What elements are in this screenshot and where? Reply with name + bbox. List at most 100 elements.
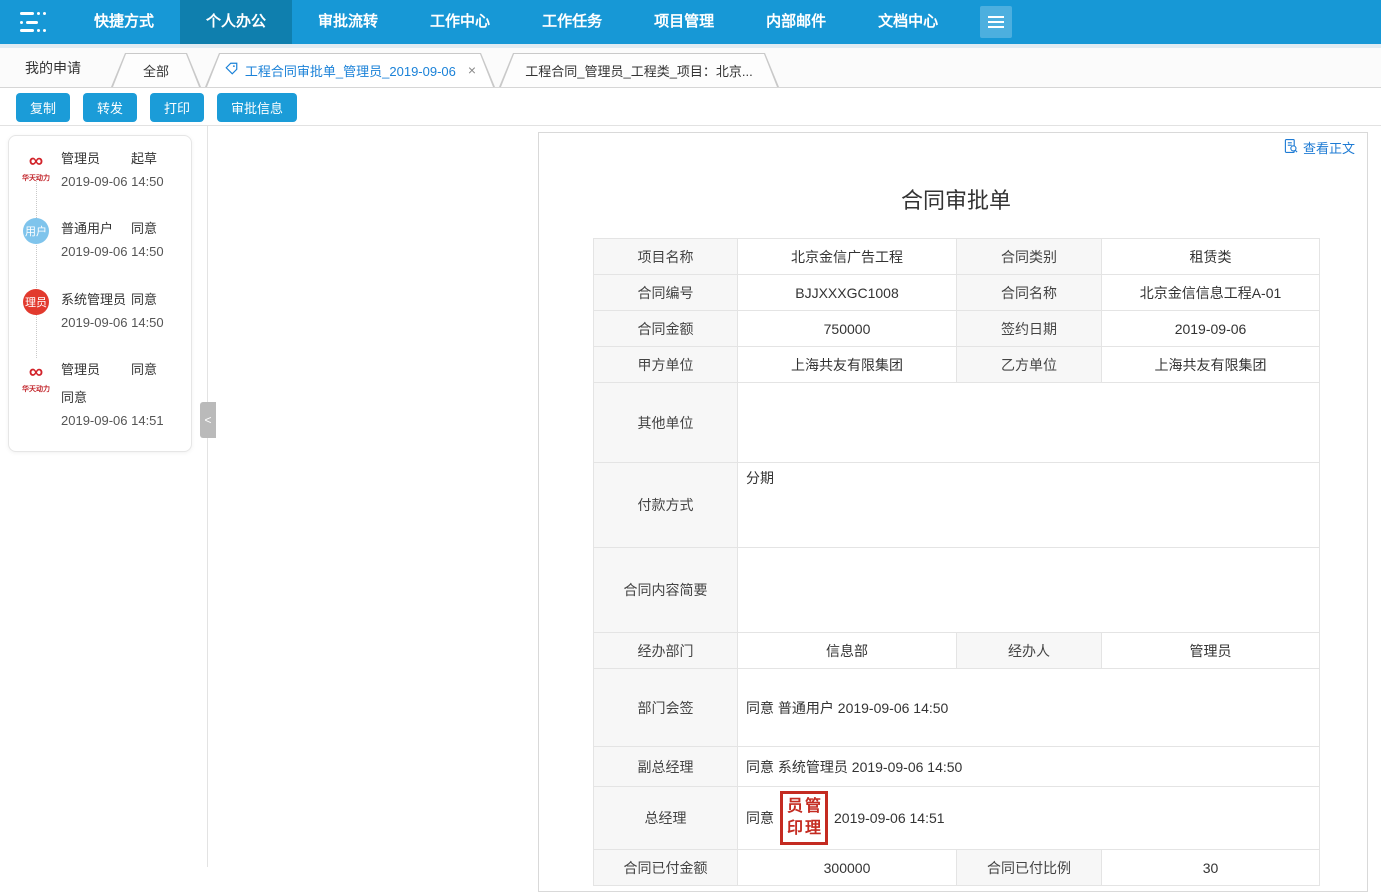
user-avatar: 用户	[23, 218, 49, 244]
approval-time: 2019-09-06 14:51	[61, 413, 183, 428]
forward-button[interactable]: 转发	[83, 93, 137, 122]
nav-item-work-tasks[interactable]: 工作任务	[516, 0, 628, 44]
history-item-admin-agree[interactable]: ∞ 华天动力 管理员 同意 同意 2019-09-06 14:51	[23, 359, 183, 428]
table-row: 合同内容简要	[594, 548, 1320, 633]
history-item-draft[interactable]: ∞ 华天动力 管理员 起草 2019-09-06 14:50	[23, 148, 183, 189]
tab-bar: 我的申请 全部 工程合同审批单_管理员_2019-09-06 × 工程合同_管理…	[0, 48, 1381, 88]
brand-name: 华天动力	[15, 173, 57, 183]
field-value: 信息部	[738, 633, 957, 669]
tag-icon	[224, 61, 239, 79]
seal-char: 管	[804, 796, 822, 818]
history-item-user-agree[interactable]: 用户 普通用户 同意 2019-09-06 14:50	[23, 218, 183, 259]
field-value: 分期	[738, 463, 1320, 548]
table-row: 合同金额 750000 签约日期 2019-09-06	[594, 311, 1320, 347]
brand-name: 华天动力	[15, 384, 57, 394]
nav-item-document-center[interactable]: 文档中心	[852, 0, 964, 44]
approver-name: 管理员	[61, 148, 100, 167]
contract-table: 项目名称 北京金信广告工程 合同类别 租赁类 合同编号 BJJXXXGC1008…	[593, 238, 1320, 886]
approval-action: 同意	[131, 359, 157, 378]
more-menu-icon[interactable]	[980, 6, 1012, 38]
approval-time: 2019-09-06 14:50	[61, 174, 183, 189]
print-button[interactable]: 打印	[150, 93, 204, 122]
admin-seal-stamp: 员 管 印 理	[780, 791, 828, 845]
approval-note: 同意	[61, 387, 183, 406]
field-label: 合同已付金额	[594, 850, 738, 886]
copy-button[interactable]: 复制	[16, 93, 70, 122]
table-row: 项目名称 北京金信广告工程 合同类别 租赁类	[594, 239, 1320, 275]
field-value: 300000	[738, 850, 957, 886]
approval-time: 2019-09-06 14:50	[61, 315, 183, 330]
nav-item-approval-flow[interactable]: 审批流转	[292, 0, 404, 44]
field-label: 副总经理	[594, 747, 738, 787]
field-value: 管理员	[1102, 633, 1320, 669]
nav-item-shortcuts[interactable]: 快捷方式	[68, 0, 180, 44]
field-label: 乙方单位	[957, 347, 1102, 383]
table-row: 合同已付金额 300000 合同已付比例 30	[594, 850, 1320, 886]
avatar-text: 理员	[25, 294, 47, 310]
approver-name: 普通用户	[61, 218, 113, 237]
view-body-label: 查看正文	[1303, 138, 1355, 157]
brand-symbol: ∞	[29, 361, 43, 384]
table-row: 合同编号 BJJXXXGC1008 合同名称 北京金信信息工程A-01	[594, 275, 1320, 311]
field-value: 北京金信信息工程A-01	[1102, 275, 1320, 311]
field-label: 合同编号	[594, 275, 738, 311]
seal-char: 理	[804, 818, 822, 840]
field-value: 上海共友有限集团	[1102, 347, 1320, 383]
field-label: 合同类别	[957, 239, 1102, 275]
tab-all[interactable]: 全部	[111, 53, 201, 87]
table-row: 副总经理 同意 系统管理员 2019-09-06 14:50	[594, 747, 1320, 787]
tab-label: 全部	[143, 61, 169, 80]
field-value: 30	[1102, 850, 1320, 886]
field-value	[738, 383, 1320, 463]
nav-item-project-management[interactable]: 项目管理	[628, 0, 740, 44]
nav-item-internal-mail[interactable]: 内部邮件	[740, 0, 852, 44]
field-value	[738, 548, 1320, 633]
field-label: 项目名称	[594, 239, 738, 275]
approval-action: 同意	[131, 218, 157, 237]
approval-timestamp: 2019-09-06 14:51	[834, 810, 945, 826]
brand-symbol: ∞	[29, 150, 43, 173]
tab-label: 工程合同审批单_管理员_2019-09-06	[245, 61, 456, 80]
field-label: 合同金额	[594, 311, 738, 347]
avatar-text: 用户	[25, 223, 47, 239]
table-row: 其他单位	[594, 383, 1320, 463]
field-label: 付款方式	[594, 463, 738, 548]
approver-name: 系统管理员	[61, 289, 126, 308]
approval-prefix: 同意	[746, 808, 774, 828]
field-value: BJJXXXGC1008	[738, 275, 957, 311]
sidebar-collapse-handle[interactable]: <	[200, 402, 216, 438]
timeline-connector	[36, 176, 37, 366]
user-avatar: 理员	[23, 289, 49, 315]
field-value: 租赁类	[1102, 239, 1320, 275]
history-item-sysadmin-agree[interactable]: 理员 系统管理员 同意 2019-09-06 14:50	[23, 289, 183, 330]
seal-char: 印	[786, 818, 804, 840]
field-value: 北京金信广告工程	[738, 239, 957, 275]
tab-label: 工程合同_管理员_工程类_项目：北京...	[525, 61, 753, 80]
field-label: 其他单位	[594, 383, 738, 463]
field-label: 经办人	[957, 633, 1102, 669]
table-row: 总经理 同意 员 管 印 理 2019-09-06 14:51	[594, 787, 1320, 850]
field-value: 同意 系统管理员 2019-09-06 14:50	[738, 747, 1320, 787]
field-label: 合同名称	[957, 275, 1102, 311]
contract-form-panel: 查看正文 合同审批单 项目名称 北京金信广告工程 合同类别 租赁类 合同编号 B…	[538, 132, 1368, 892]
table-row: 甲方单位 上海共友有限集团 乙方单位 上海共友有限集团	[594, 347, 1320, 383]
view-body-link[interactable]: 查看正文	[1283, 138, 1355, 157]
tab-contract-approval-form[interactable]: 工程合同审批单_管理员_2019-09-06 ×	[205, 53, 495, 87]
brand-logo-avatar: ∞ 华天动力	[23, 148, 49, 174]
field-label: 合同内容简要	[594, 548, 738, 633]
tab-close-icon[interactable]: ×	[468, 62, 476, 78]
breadcrumb: 我的申请	[25, 58, 81, 78]
tab-engineering-contract[interactable]: 工程合同_管理员_工程类_项目：北京...	[499, 53, 779, 87]
field-label: 甲方单位	[594, 347, 738, 383]
nav-item-personal-office[interactable]: 个人办公	[180, 0, 292, 44]
field-label: 部门会签	[594, 669, 738, 747]
approval-history-panel: ∞ 华天动力 管理员 起草 2019-09-06 14:50 用户 普通用户 同…	[8, 135, 192, 452]
menu-icon[interactable]	[20, 12, 50, 32]
nav-item-work-center[interactable]: 工作中心	[404, 0, 516, 44]
approval-info-button[interactable]: 审批信息	[217, 93, 297, 122]
approval-time: 2019-09-06 14:50	[61, 244, 183, 259]
table-row: 付款方式 分期	[594, 463, 1320, 548]
form-title: 合同审批单	[593, 183, 1319, 215]
field-label: 签约日期	[957, 311, 1102, 347]
field-value: 2019-09-06	[1102, 311, 1320, 347]
